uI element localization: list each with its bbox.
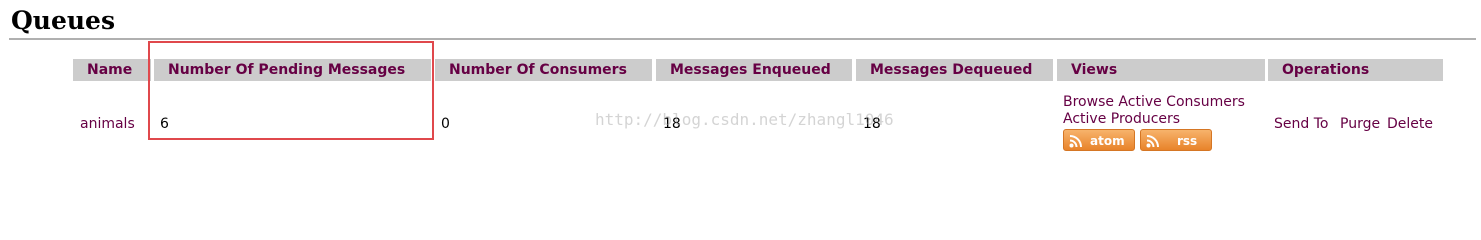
page-title: Queues xyxy=(11,6,116,35)
queue-name-link[interactable]: animals xyxy=(80,116,135,133)
header-name[interactable]: Name xyxy=(73,59,151,81)
title-divider xyxy=(9,38,1476,40)
watermark: http://blog.csdn.net/zhangl1046 xyxy=(595,110,894,129)
atom-label: atom xyxy=(1090,134,1125,148)
rss-feed-button[interactable]: rss xyxy=(1140,129,1212,151)
browse-active-consumers-link[interactable]: Browse Active Consumers xyxy=(1063,94,1245,111)
header-operations[interactable]: Operations xyxy=(1268,59,1443,81)
header-dequeued[interactable]: Messages Dequeued xyxy=(856,59,1053,81)
rss-icon xyxy=(1069,135,1082,148)
atom-feed-button[interactable]: atom xyxy=(1063,129,1135,151)
consumer-count: 0 xyxy=(441,116,450,132)
highlight-box xyxy=(148,41,434,140)
header-views[interactable]: Views xyxy=(1057,59,1265,81)
header-enqueued[interactable]: Messages Enqueued xyxy=(656,59,852,81)
purge-link[interactable]: Purge xyxy=(1340,116,1380,133)
header-consumers[interactable]: Number Of Consumers xyxy=(435,59,652,81)
rss-icon xyxy=(1146,135,1159,148)
rss-label: rss xyxy=(1177,134,1198,148)
delete-link[interactable]: Delete xyxy=(1387,116,1433,133)
send-to-link[interactable]: Send To xyxy=(1274,116,1328,133)
active-producers-link[interactable]: Active Producers xyxy=(1063,111,1180,128)
